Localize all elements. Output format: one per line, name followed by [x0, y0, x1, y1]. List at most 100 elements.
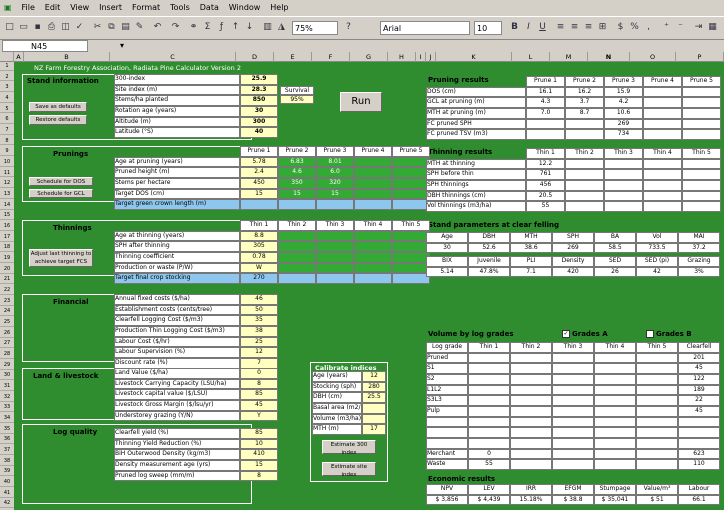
row-header[interactable]: 26	[0, 329, 14, 338]
prunings-value-input[interactable]	[278, 199, 316, 210]
financial-value-input[interactable]: 38	[240, 326, 278, 337]
row-header[interactable]: 3	[0, 83, 14, 93]
cut-icon[interactable]: ✂	[91, 21, 104, 34]
col-header-i[interactable]: I	[416, 52, 426, 62]
row-header[interactable]: 23	[0, 297, 14, 306]
calibrate-value-input[interactable]: 280	[362, 381, 386, 393]
row-header[interactable]: 16	[0, 222, 14, 231]
menu-edit[interactable]: Edit	[41, 0, 65, 12]
prunings-value-input[interactable]	[354, 188, 392, 200]
row-header[interactable]: 9	[0, 147, 14, 157]
logq-value-input[interactable]: 10	[240, 438, 278, 450]
estimate-300-button[interactable]: Estimate 300 index	[322, 440, 376, 456]
align-right-icon[interactable]: ≡	[582, 21, 595, 34]
row-header[interactable]: 21	[0, 275, 14, 285]
stand-value-input[interactable]: 25.9	[240, 74, 278, 85]
col-header-m[interactable]: M	[550, 52, 588, 62]
prunings-value-input[interactable]	[240, 199, 278, 210]
thinnings-value-input[interactable]	[316, 262, 354, 274]
prunings-value-input[interactable]	[354, 178, 392, 189]
row-header[interactable]: 4	[0, 94, 14, 103]
dropdown-arrow-icon[interactable]: ▾	[120, 41, 130, 51]
bold-icon[interactable]: B	[508, 21, 521, 34]
new-icon[interactable]: □	[3, 21, 16, 34]
financial-value-input[interactable]: 35	[240, 315, 278, 326]
autosum-icon[interactable]: Σ	[201, 21, 214, 34]
thinnings-value-input[interactable]	[354, 241, 392, 252]
prunings-value-input[interactable]: 15	[316, 188, 354, 200]
row-header[interactable]: 24	[0, 307, 14, 317]
land-value-input[interactable]: Y	[240, 410, 278, 422]
col-header-l[interactable]: L	[512, 52, 550, 62]
row-header[interactable]: 10	[0, 158, 14, 167]
thinnings-value-input[interactable]	[316, 273, 354, 284]
underline-icon[interactable]: U	[536, 21, 549, 34]
prunings-value-input[interactable]	[392, 156, 430, 168]
merge-center-icon[interactable]: ⊞	[596, 21, 609, 34]
prunings-value-input[interactable]: 15	[278, 188, 316, 200]
row-header[interactable]: 42	[0, 499, 14, 509]
schedule-dos-button[interactable]: Schedule for DOS	[29, 177, 93, 186]
schedule-gcl-button[interactable]: Schedule for GCL	[29, 189, 93, 198]
calibrate-value-input[interactable]: 12	[362, 371, 386, 382]
col-header-g[interactable]: G	[350, 52, 388, 62]
menu-file[interactable]: File	[17, 0, 38, 12]
stand-value-input[interactable]: 30	[240, 106, 278, 117]
adjust-thinning-button[interactable]: Adjust last thinning to achieve target F…	[29, 249, 93, 267]
prunings-value-input[interactable]	[316, 199, 354, 210]
font-size-combo[interactable]: 10	[474, 21, 502, 35]
prunings-value-input[interactable]: 4.6	[278, 167, 316, 178]
restore-defaults-button[interactable]: Restore defaults	[29, 115, 87, 125]
row-header[interactable]: 36	[0, 435, 14, 445]
col-header-c[interactable]: C	[110, 52, 236, 62]
calibrate-value-input[interactable]	[362, 413, 386, 425]
row-header[interactable]: 31	[0, 382, 14, 391]
menu-help[interactable]: Help	[266, 0, 292, 12]
thinnings-value-input[interactable]	[392, 241, 430, 252]
save-defaults-button[interactable]: Save as defaults	[29, 102, 87, 112]
stand-value-input[interactable]: 300	[240, 116, 278, 128]
help-icon[interactable]: ?	[342, 21, 355, 34]
col-header-e[interactable]: E	[274, 52, 312, 62]
row-header[interactable]: 13	[0, 190, 14, 199]
col-header-f[interactable]: F	[312, 52, 350, 62]
row-header[interactable]: 27	[0, 339, 14, 349]
row-header[interactable]: 17	[0, 233, 14, 242]
thinnings-value-input[interactable]: 270	[240, 273, 278, 284]
row-header[interactable]: 38	[0, 457, 14, 466]
redo-icon[interactable]: ↷	[169, 21, 182, 34]
stand-value-input[interactable]: 850	[240, 95, 278, 106]
thinnings-value-input[interactable]	[316, 241, 354, 252]
borders-icon[interactable]: ▦	[706, 21, 719, 34]
prunings-value-input[interactable]: 6.83	[278, 156, 316, 168]
thinnings-value-input[interactable]	[278, 273, 316, 284]
col-header-p[interactable]: P	[676, 52, 724, 62]
financial-value-input[interactable]: 12	[240, 347, 278, 358]
financial-value-input[interactable]: 25	[240, 336, 278, 348]
thinnings-value-input[interactable]	[278, 230, 316, 242]
row-header[interactable]: 11	[0, 169, 14, 178]
prunings-value-input[interactable]	[354, 167, 392, 178]
prunings-value-input[interactable]: 450	[240, 178, 278, 189]
land-value-input[interactable]: 85	[240, 389, 278, 400]
undo-icon[interactable]: ↶	[151, 21, 164, 34]
italic-icon[interactable]: I	[522, 21, 535, 34]
logq-value-input[interactable]: 15	[240, 460, 278, 471]
financial-value-input[interactable]: 46	[240, 294, 278, 305]
thinnings-value-input[interactable]	[354, 273, 392, 284]
print-icon[interactable]: ⎙	[45, 21, 58, 34]
prunings-value-input[interactable]: 15	[240, 188, 278, 200]
thinnings-value-input[interactable]	[316, 230, 354, 242]
prunings-value-input[interactable]: 5.78	[240, 156, 278, 168]
col-header-d[interactable]: D	[236, 52, 274, 62]
stand-value-input[interactable]: 40	[240, 127, 278, 138]
sort-desc-icon[interactable]: ↓	[243, 21, 256, 34]
save-icon[interactable]: ▪	[31, 21, 44, 34]
align-left-icon[interactable]: ≡	[554, 21, 567, 34]
col-header-j[interactable]: J	[426, 52, 436, 62]
row-header[interactable]: 7	[0, 126, 14, 135]
thinnings-value-input[interactable]: 8.8	[240, 230, 278, 242]
thinnings-value-input[interactable]	[278, 252, 316, 263]
calibrate-value-input[interactable]: 17	[362, 424, 386, 435]
col-header-a[interactable]: A	[14, 52, 24, 62]
